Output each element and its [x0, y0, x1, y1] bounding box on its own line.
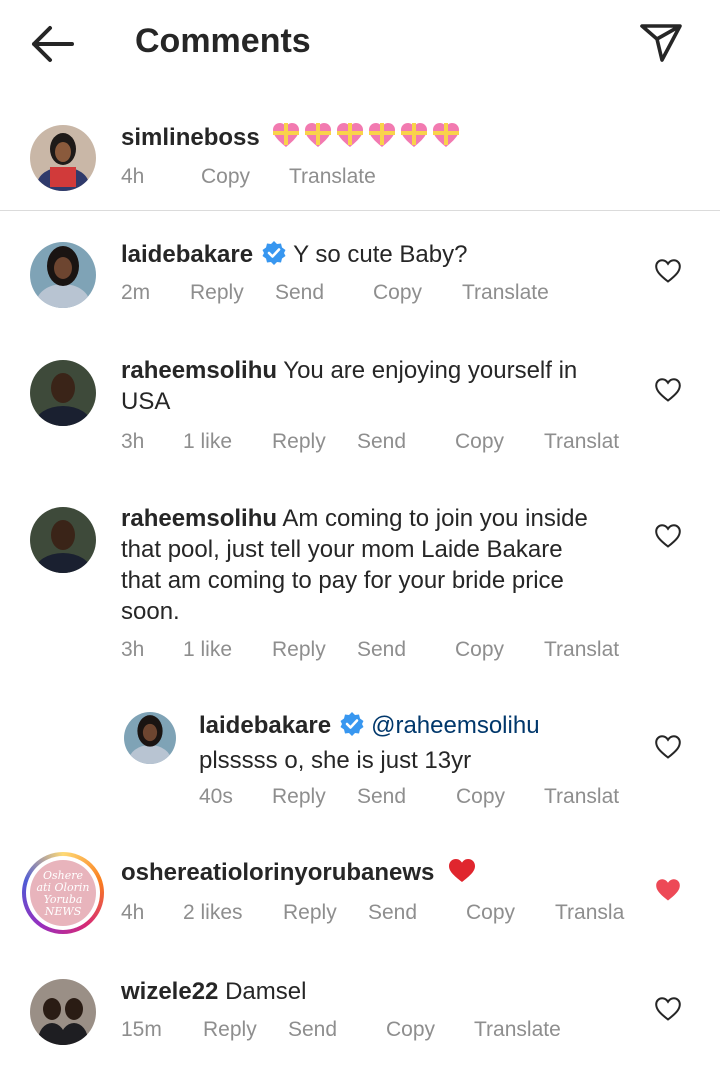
comment-body: Y so cute Baby? [293, 241, 468, 268]
comment-item: wizele22 Damsel 15m Reply Send Copy Tran… [0, 975, 720, 1060]
comment-text: raheemsolihu Am coming to join you insid… [121, 503, 651, 627]
like-heart-icon[interactable] [654, 734, 682, 760]
red-heart-emoji [447, 858, 477, 892]
comment-item: raheemsolihu You are enjoying yourself i… [0, 355, 720, 465]
timestamp: 3h [121, 430, 145, 453]
comment-body-line1: Am coming to join you inside [282, 505, 588, 532]
like-heart-icon[interactable] [654, 377, 682, 403]
username[interactable]: wizele22 [121, 978, 218, 1005]
story-ring-inner: Oshere ati Olorin Yoruba NEWS [26, 856, 100, 930]
translate-button[interactable]: Transla [555, 901, 624, 925]
send-button[interactable]: Send [368, 901, 417, 925]
username[interactable]: simlineboss [121, 124, 260, 151]
username[interactable]: oshereatiolorinyorubanews [121, 859, 434, 886]
copy-button[interactable]: Copy [456, 785, 505, 809]
username[interactable]: laidebakare [121, 241, 253, 268]
send-button[interactable]: Send [275, 281, 324, 305]
verified-badge-icon [339, 711, 365, 745]
avatar[interactable] [30, 507, 96, 573]
username[interactable]: raheemsolihu [121, 505, 277, 532]
copy-button[interactable]: Copy [455, 430, 504, 454]
timestamp: 4h [121, 901, 145, 924]
send-button[interactable]: Send [357, 638, 406, 662]
likes-count[interactable]: 1 like [183, 430, 232, 454]
avatar-logo: Oshere ati Olorin Yoruba NEWS [30, 860, 96, 926]
page-title: Comments [135, 22, 311, 60]
reply-item: laidebakare @raheemsolihu plsssss o, she … [0, 710, 720, 820]
comment-text: oshereatiolorinyorubanews [121, 857, 477, 892]
translate-button[interactable]: Translate [289, 165, 376, 189]
send-button[interactable]: Send [288, 1018, 337, 1042]
share-button[interactable] [636, 20, 686, 66]
timestamp: 4h [121, 165, 145, 188]
like-heart-icon[interactable] [654, 258, 682, 284]
reply-button[interactable]: Reply [190, 281, 244, 305]
comment-item: Oshere ati Olorin Yoruba NEWS oshereatiolor… [0, 852, 720, 942]
username[interactable]: laidebakare [199, 712, 331, 739]
comment-text: laidebakare @raheemsolihu plsssss o, she … [199, 710, 639, 776]
send-button[interactable]: Send [357, 430, 406, 454]
timestamp: 40s [199, 785, 233, 808]
translate-button[interactable]: Translat [544, 785, 619, 809]
copy-button[interactable]: Copy [201, 165, 250, 189]
comment-body-line2: that pool, just tell your mom Laide Baka… [121, 536, 563, 563]
copy-button[interactable]: Copy [466, 901, 515, 925]
translate-button[interactable]: Translat [544, 638, 619, 662]
avatar[interactable] [30, 360, 96, 426]
like-heart-icon[interactable] [654, 523, 682, 549]
reply-button[interactable]: Reply [203, 1018, 257, 1042]
comment-body-line2: USA [121, 388, 171, 415]
avatar[interactable] [30, 979, 96, 1045]
reply-button[interactable]: Reply [272, 785, 326, 809]
translate-button[interactable]: Translate [474, 1018, 561, 1042]
translate-button[interactable]: Translat [544, 430, 619, 454]
comment-text: raheemsolihu You are enjoying yourself i… [121, 355, 641, 417]
arrow-left-icon [32, 26, 74, 62]
copy-button[interactable]: Copy [373, 281, 422, 305]
avatar[interactable] [30, 242, 96, 308]
timestamp: 2m [121, 281, 151, 304]
avatar[interactable] [30, 125, 96, 191]
comment-item: raheemsolihu Am coming to join you insid… [0, 503, 720, 673]
likes-count[interactable]: 2 likes [183, 901, 243, 925]
caption: simlineboss 4h Copy Translate [0, 120, 720, 200]
reply-button[interactable]: Reply [283, 901, 337, 925]
top-bar: Comments [0, 0, 720, 88]
like-heart-icon[interactable] [654, 996, 682, 1022]
mention-link[interactable]: @raheemsolihu [371, 712, 539, 739]
comment-body-line3: that am coming to pay for your bride pri… [121, 567, 564, 594]
comment-body-line4: soon. [121, 598, 180, 625]
caption-text: simlineboss [121, 122, 466, 158]
likes-count[interactable]: 1 like [183, 638, 232, 662]
back-button[interactable] [28, 22, 76, 66]
reply-button[interactable]: Reply [272, 638, 326, 662]
verified-badge-icon [261, 240, 287, 274]
translate-button[interactable]: Translate [462, 281, 549, 305]
liked-heart-icon[interactable] [654, 877, 682, 903]
copy-button[interactable]: Copy [455, 638, 504, 662]
timestamp: 15m [121, 1018, 162, 1041]
paper-plane-icon [640, 24, 682, 62]
comment-body: Damsel [225, 978, 307, 1005]
timestamp: 3h [121, 638, 145, 661]
comment-text: laidebakare Y so cute Baby? [121, 239, 467, 274]
username[interactable]: raheemsolihu [121, 357, 277, 384]
avatar[interactable] [124, 712, 176, 764]
divider [0, 210, 720, 211]
copy-button[interactable]: Copy [386, 1018, 435, 1042]
comment-body: plsssss o, she is just 13yr [199, 747, 472, 774]
story-ring[interactable]: Oshere ati Olorin Yoruba NEWS [22, 852, 104, 934]
reply-button[interactable]: Reply [272, 430, 326, 454]
send-button[interactable]: Send [357, 785, 406, 809]
comment-item: laidebakare Y so cute Baby? 2m Reply Send… [0, 235, 720, 315]
comment-body-line1: You are enjoying yourself in [283, 357, 578, 384]
heart-ribbon-emojis [272, 122, 466, 158]
comment-text: wizele22 Damsel [121, 976, 306, 1007]
